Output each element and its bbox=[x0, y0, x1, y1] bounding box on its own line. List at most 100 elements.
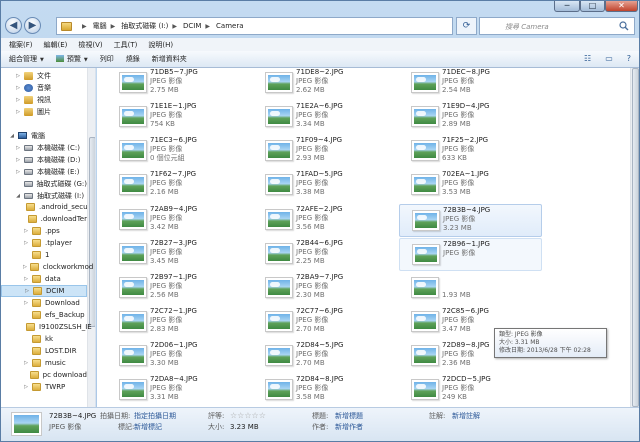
sidebar-item[interactable]: LOST.DIR bbox=[1, 345, 87, 357]
file-tile[interactable]: 72C72~1.JPG JPEG 影像 2.83 MB bbox=[107, 306, 250, 339]
sidebar-item[interactable]: ▷ music bbox=[1, 357, 87, 369]
chevron-right-icon[interactable]: ▶ bbox=[82, 23, 87, 30]
sidebar-item[interactable]: ▷ data bbox=[1, 273, 87, 285]
minimize-button[interactable]: ─ bbox=[554, 1, 580, 12]
menu-view[interactable]: 檢視(V) bbox=[78, 40, 102, 50]
view-options-icon[interactable]: ☷ bbox=[584, 54, 591, 63]
file-tile[interactable]: 71DE8~2.JPG JPEG 影像 2.62 MB bbox=[253, 68, 396, 100]
expand-arrow-icon[interactable]: ▷ bbox=[24, 288, 30, 294]
file-tile[interactable]: 72B27~3.JPG JPEG 影像 3.45 MB bbox=[107, 238, 250, 271]
breadcrumb-item[interactable]: 電腦 bbox=[93, 21, 107, 31]
sidebar-item[interactable]: pc download bbox=[1, 369, 87, 381]
menu-help[interactable]: 說明(H) bbox=[148, 40, 173, 50]
sidebar-item[interactable]: ▷ 本機磁碟 (D:) bbox=[1, 154, 87, 166]
expanded-arrow-icon[interactable]: ◢ bbox=[9, 133, 15, 139]
expand-arrow-icon[interactable]: ▷ bbox=[23, 240, 29, 246]
print-button[interactable]: 列印 bbox=[100, 54, 114, 64]
sidebar-item[interactable]: efs_Backup bbox=[1, 309, 87, 321]
rating-stars[interactable]: ☆☆☆☆☆ bbox=[230, 412, 266, 420]
file-tile[interactable]: 72B3B~4.JPG JPEG 影像 3.23 MB bbox=[399, 203, 542, 237]
chevron-right-icon[interactable]: ▶ bbox=[205, 23, 210, 30]
sidebar-item[interactable]: 抽取式磁碟 (G:) bbox=[1, 178, 87, 190]
expand-arrow-icon[interactable]: ▷ bbox=[23, 264, 27, 270]
expand-arrow-icon[interactable]: ▷ bbox=[15, 85, 21, 91]
file-tile[interactable]: 71E9D~4.JPG JPEG 影像 2.89 MB bbox=[399, 101, 542, 134]
file-tile[interactable]: 71FAD~5.JPG JPEG 影像 3.38 MB bbox=[253, 169, 396, 202]
preview-pane-icon[interactable]: ▭ bbox=[605, 54, 613, 63]
close-button[interactable]: ✕ bbox=[605, 1, 638, 12]
breadcrumb[interactable]: ▶ 電腦 ▶ 抽取式磁碟 (I:) ▶ DCIM ▶ Camera bbox=[56, 17, 453, 35]
sidebar-scrollbar-thumb[interactable] bbox=[89, 137, 95, 327]
breadcrumb-item[interactable]: 抽取式磁碟 (I:) bbox=[121, 21, 168, 31]
file-tile[interactable]: 72DA8~4.JPG JPEG 影像 3.31 MB bbox=[107, 374, 250, 407]
file-tile[interactable]: 72D84~8.JPG JPEG 影像 3.58 MB bbox=[253, 374, 396, 407]
file-tile[interactable]: 72C77~6.JPG JPEG 影像 2.70 MB bbox=[253, 306, 396, 339]
file-tile[interactable]: 71EC3~6.JPG JPEG 影像 0 個位元組 bbox=[107, 135, 250, 168]
expand-arrow-icon[interactable]: ▷ bbox=[23, 228, 29, 234]
file-tile[interactable]: 71F62~7.JPG JPEG 影像 2.16 MB bbox=[107, 169, 250, 202]
sidebar-item[interactable]: ▷ 音樂 bbox=[1, 82, 87, 94]
file-tile[interactable]: 72B97~1.JPG JPEG 影像 2.56 MB bbox=[107, 272, 250, 305]
tags-value[interactable]: 新增標記 bbox=[134, 423, 162, 431]
sidebar-item[interactable]: ▷ .tplayer bbox=[1, 237, 87, 249]
file-tile[interactable]: 71F25~2.JPG JPEG 影像 633 KB bbox=[399, 135, 542, 168]
file-tile[interactable]: 72D06~1.JPG JPEG 影像 3.30 MB bbox=[107, 340, 250, 373]
expand-arrow-icon[interactable]: ▷ bbox=[15, 169, 21, 175]
file-tile[interactable]: 72DCD~5.JPG JPEG 影像 249 KB bbox=[399, 374, 542, 407]
comments-value[interactable]: 新增註解 bbox=[452, 412, 480, 420]
refresh-button[interactable]: ⟳ bbox=[456, 17, 477, 35]
chevron-right-icon[interactable]: ▶ bbox=[172, 23, 177, 30]
content-scrollbar-thumb[interactable] bbox=[632, 68, 639, 407]
file-tile[interactable]: 1.93 MB bbox=[399, 272, 542, 305]
sidebar-item[interactable]: ▷ 本機磁碟 (C:) bbox=[1, 142, 87, 154]
sidebar-item[interactable]: .downloadTer bbox=[1, 213, 87, 225]
menu-edit[interactable]: 編輯(E) bbox=[44, 40, 68, 50]
sidebar-item[interactable]: 1 bbox=[1, 249, 87, 261]
expand-arrow-icon[interactable]: ▷ bbox=[23, 276, 29, 282]
organize-button[interactable]: 組合管理 ▼ bbox=[9, 54, 44, 64]
expand-arrow-icon[interactable]: ▷ bbox=[15, 145, 21, 151]
file-tile[interactable]: 72AB9~4.JPG JPEG 影像 3.42 MB bbox=[107, 204, 250, 237]
star-icon[interactable]: ☆☆☆☆☆ bbox=[230, 412, 266, 420]
sidebar-item[interactable]: ▷ 視訊 bbox=[1, 94, 87, 106]
expand-arrow-icon[interactable]: ▷ bbox=[23, 360, 29, 366]
sidebar-item[interactable]: .android_secu bbox=[1, 201, 88, 213]
sidebar-item[interactable]: ▷ TWRP bbox=[1, 381, 87, 393]
file-tile[interactable]: 72B44~6.JPG JPEG 影像 2.25 MB bbox=[253, 238, 396, 271]
breadcrumb-item[interactable]: Camera bbox=[216, 22, 243, 30]
sidebar-item[interactable]: ◢ 電腦 bbox=[1, 130, 87, 142]
menu-file[interactable]: 檔案(F) bbox=[9, 40, 33, 50]
sidebar-item[interactable]: ▷ 圖片 bbox=[1, 106, 87, 118]
sidebar-item[interactable]: ▷ .pps bbox=[1, 225, 87, 237]
file-tile[interactable]: 71DEC~8.JPG JPEG 影像 2.54 MB bbox=[399, 68, 542, 100]
burn-button[interactable]: 燒錄 bbox=[126, 54, 140, 64]
file-tile[interactable]: 71F09~4.JPG JPEG 影像 2.93 MB bbox=[253, 135, 396, 168]
expand-arrow-icon[interactable]: ▷ bbox=[15, 97, 21, 103]
file-tile[interactable]: 71DB5~7.JPG JPEG 影像 2.75 MB bbox=[107, 68, 250, 100]
preview-button[interactable]: 預覽 ▼ bbox=[55, 54, 88, 64]
sidebar-item[interactable]: I9100ZSLSH_IE bbox=[1, 321, 92, 333]
forward-button[interactable]: ▶ bbox=[24, 17, 41, 34]
search-input[interactable]: 搜尋 Camera bbox=[479, 17, 635, 35]
expanded-arrow-icon[interactable]: ◢ bbox=[15, 193, 21, 199]
back-button[interactable]: ◀ bbox=[5, 17, 22, 34]
file-tile[interactable]: 72D84~5.JPG JPEG 影像 2.70 MB bbox=[253, 340, 396, 373]
chevron-right-icon[interactable]: ▶ bbox=[111, 23, 116, 30]
sidebar-item[interactable]: ▷ clockworkmod bbox=[1, 261, 93, 273]
sidebar-item[interactable]: ▷ 本機磁碟 (E:) bbox=[1, 166, 87, 178]
content-scrollbar[interactable] bbox=[630, 68, 639, 407]
sidebar-item[interactable]: ▷ 文件 bbox=[1, 70, 87, 82]
file-tile[interactable]: 71E2A~6.JPG JPEG 影像 3.34 MB bbox=[253, 101, 396, 134]
file-tile[interactable]: 71E1E~1.JPG JPEG 影像 754 KB bbox=[107, 101, 250, 134]
menu-tools[interactable]: 工具(T) bbox=[114, 40, 138, 50]
authors-value[interactable]: 新增作者 bbox=[335, 423, 363, 431]
date-taken-value[interactable]: 指定拍攝日期 bbox=[134, 412, 176, 420]
sidebar-item[interactable]: kk bbox=[1, 333, 87, 345]
maximize-button[interactable]: □ bbox=[580, 1, 605, 12]
file-tile[interactable]: 72B96~1.JPG JPEG 影像 bbox=[399, 237, 542, 271]
expand-arrow-icon[interactable]: ▷ bbox=[15, 109, 21, 115]
new-folder-button[interactable]: 新增資料夾 bbox=[152, 54, 187, 64]
file-tile[interactable]: 72BA9~7.JPG JPEG 影像 2.30 MB bbox=[253, 272, 396, 305]
sidebar-item[interactable]: ◢ 抽取式磁碟 (I:) bbox=[1, 190, 87, 202]
expand-arrow-icon[interactable]: ▷ bbox=[23, 300, 29, 306]
